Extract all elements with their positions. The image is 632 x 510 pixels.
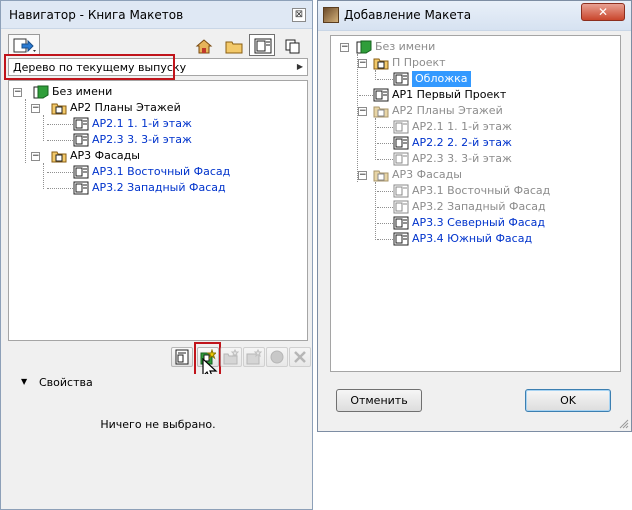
tree-item-label: АР2.3 3. 3-й этаж <box>412 152 512 165</box>
settings-icon <box>175 349 189 365</box>
properties-button[interactable] <box>266 347 288 367</box>
tree-item-label: АР3.1 Восточный Фасад <box>412 184 551 197</box>
layout-book-button[interactable] <box>249 34 275 56</box>
tree-guide <box>25 99 26 163</box>
tree-item-label: Без имени <box>52 85 113 98</box>
tree-guide <box>375 182 376 240</box>
layout-icon <box>393 72 409 86</box>
tree-item-label: АР3.2 Западный Фасад <box>412 200 546 213</box>
dialog-titlebar[interactable]: Добавление Макета ✕ <box>318 1 631 31</box>
tree-item-label: АР2 Планы Этажей <box>392 104 503 117</box>
tree-item-label: АР2.1 1. 1-й этаж <box>92 117 192 130</box>
app-icon <box>323 7 339 23</box>
tree-guide <box>43 163 44 189</box>
navigator-title: Навигатор - Книга Макетов <box>9 8 184 22</box>
tree-item-label: АР2.1 1. 1-й этаж <box>412 120 512 133</box>
tree-item-label: АР3.3 Северный Фасад <box>412 216 545 229</box>
ok-button[interactable]: OK <box>525 389 611 412</box>
project-root-icon <box>33 85 49 99</box>
tree-item-label: Обложка <box>412 71 471 87</box>
layout-icon <box>73 165 89 179</box>
tree-guide <box>47 188 73 189</box>
add-layout-dialog: Добавление Макета ✕ − − − − Без имени П … <box>317 0 632 432</box>
callout-highlight-selector <box>4 54 175 80</box>
navigator-titlebar[interactable]: Навигатор - Книга Макетов ⊠ <box>1 1 312 29</box>
collapse-toggle[interactable]: − <box>358 171 367 180</box>
layout-icon <box>393 184 409 198</box>
resize-grip-icon[interactable] <box>619 419 629 429</box>
publisher-mode-button[interactable] <box>8 34 40 56</box>
chevron-right-icon: ▶ <box>296 62 303 71</box>
circle-icon <box>270 350 284 364</box>
dialog-title: Добавление Макета <box>344 8 472 22</box>
navigator-tree: − − − Без имени АР2 Планы Этажей АР2.1 1… <box>8 80 308 341</box>
properties-empty-text: Ничего не выбрано. <box>100 418 216 431</box>
delete-button[interactable] <box>289 347 311 367</box>
properties-header[interactable]: ▼ Свойства <box>9 374 307 392</box>
layout-book-icon <box>254 38 272 54</box>
publisher-icon <box>13 38 36 53</box>
view-map-icon <box>225 41 243 54</box>
tree-guide <box>43 115 44 141</box>
collapse-toggle[interactable]: − <box>13 88 22 97</box>
publisher-sets-button[interactable] <box>279 34 305 56</box>
layout-icon <box>73 181 89 195</box>
dialog-close-button[interactable]: ✕ <box>581 3 625 21</box>
tree-item-label: АР3 Фасады <box>70 149 140 162</box>
tree-item-label: АР1 Первый Проект <box>392 88 507 101</box>
tree-guide <box>47 124 73 125</box>
tree-item-label: Без имени <box>375 40 436 53</box>
layout-icon <box>393 232 409 246</box>
collapse-toggle[interactable]: − <box>358 107 367 116</box>
tree-item-label: АР3.4 Южный Фасад <box>412 232 533 245</box>
project-map-button[interactable] <box>190 34 216 56</box>
subset-folder-icon <box>51 151 67 163</box>
new-master-button[interactable] <box>243 347 265 367</box>
layout-icon <box>73 117 89 131</box>
new-subset-button[interactable] <box>220 347 242 367</box>
subset-folder-icon <box>373 106 389 118</box>
layout-icon <box>73 133 89 147</box>
collapse-toggle[interactable]: − <box>340 43 349 52</box>
layout-icon <box>393 136 409 150</box>
project-root-icon <box>356 40 372 54</box>
cancel-button[interactable]: Отменить <box>336 389 422 412</box>
tree-item-label: АР3 Фасады <box>392 168 462 181</box>
tree-guide <box>47 140 73 141</box>
publisher-sets-icon <box>285 39 300 54</box>
tree-item-label: АР2.2 2. 2-й этаж <box>412 136 512 149</box>
tree-guide <box>357 54 358 182</box>
collapse-toggle[interactable]: − <box>358 59 367 68</box>
tree-guide <box>375 118 376 160</box>
subset-folder-icon <box>373 58 389 70</box>
layout-icon <box>393 216 409 230</box>
new-subset-icon <box>223 349 239 365</box>
tree-item-label: АР3.2 Западный Фасад <box>92 181 226 194</box>
tree-item-label: АР2.3 3. 3-й этаж <box>92 133 192 146</box>
layout-icon <box>393 120 409 134</box>
subset-folder-icon <box>373 170 389 182</box>
triangle-down-icon: ▼ <box>21 377 28 386</box>
view-map-button[interactable] <box>220 34 246 56</box>
dialog-tree: − − − − Без имени П Проект Обложка АР1 П… <box>330 35 621 372</box>
properties-body: Ничего не выбрано. <box>8 392 308 462</box>
collapse-toggle[interactable]: − <box>31 152 40 161</box>
layout-icon <box>373 88 389 102</box>
collapse-toggle[interactable]: − <box>31 104 40 113</box>
subset-folder-icon <box>51 103 67 115</box>
project-map-icon <box>195 39 213 54</box>
layout-icon <box>393 152 409 166</box>
delete-icon <box>294 351 306 363</box>
layout-icon <box>393 200 409 214</box>
new-master-icon <box>246 349 262 365</box>
tree-guide <box>47 172 73 173</box>
navigator-palette: Навигатор - Книга Макетов ⊠ Дерево по те… <box>0 0 313 510</box>
tree-guide <box>375 70 376 80</box>
settings-button[interactable] <box>171 347 193 367</box>
tree-item-label: АР3.1 Восточный Фасад <box>92 165 231 178</box>
tree-item-label: П Проект <box>392 56 446 69</box>
properties-label: Свойства <box>39 376 93 389</box>
navigator-close-button[interactable]: ⊠ <box>292 8 306 22</box>
tree-item-label: АР2 Планы Этажей <box>70 101 181 114</box>
